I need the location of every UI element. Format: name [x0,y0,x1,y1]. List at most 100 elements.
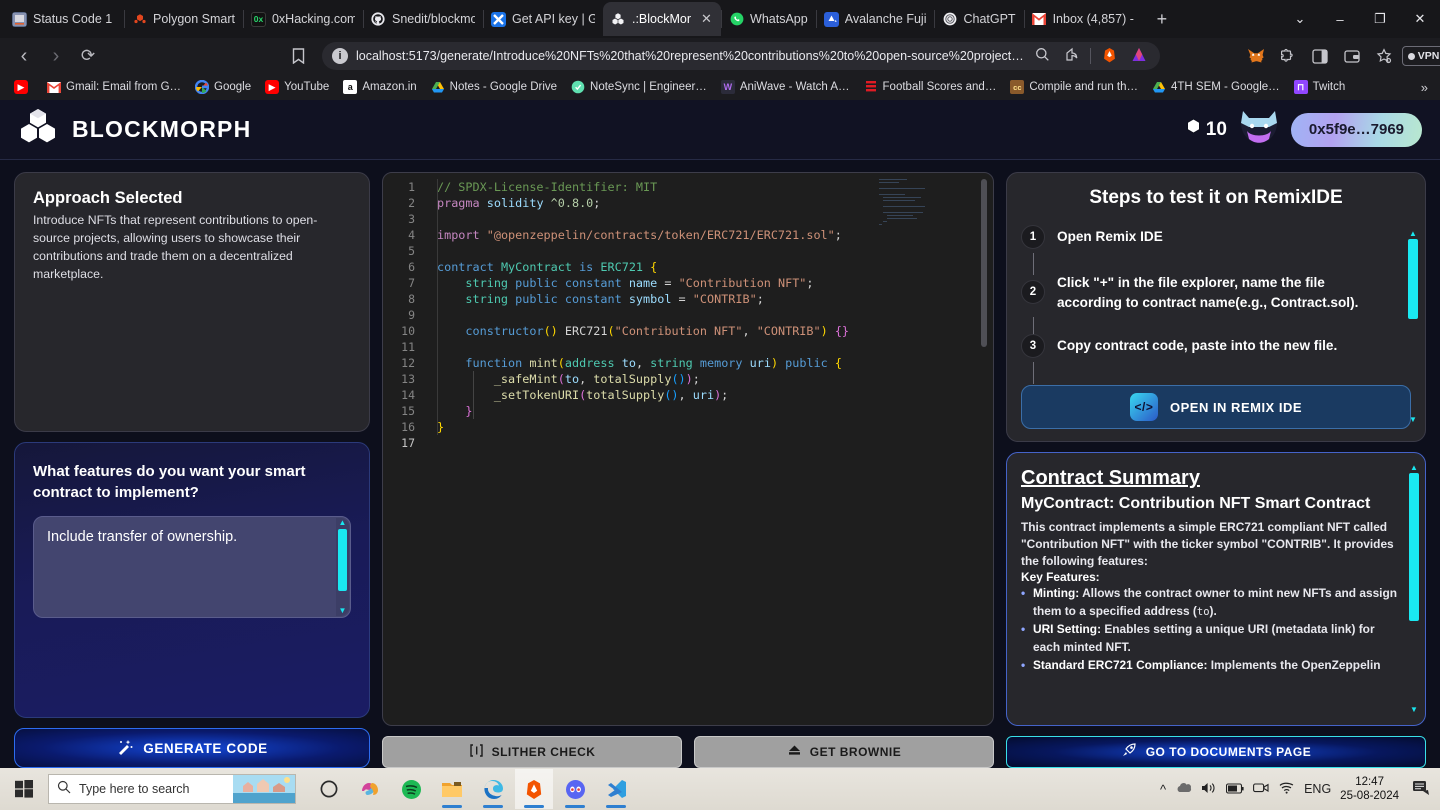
battery-icon[interactable] [1226,782,1244,797]
wifi-icon[interactable] [1278,781,1295,797]
sidebar-icon[interactable] [1306,42,1334,70]
textarea-scrollbar[interactable]: ▲ ▼ [336,517,349,616]
back-icon[interactable]: ‹ [10,42,38,70]
browser-tab[interactable]: Avalanche Fuji [815,4,935,34]
bookmark-item[interactable]: ▶ [8,78,39,96]
app-logo[interactable]: BLOCKMORPH [18,108,251,151]
scroll-up-arrow[interactable]: ▲ [1410,463,1418,473]
file-explorer-icon[interactable] [433,769,471,809]
browser-tab-active[interactable]: .:BlockMor ✕ [602,2,722,36]
search-input[interactable]: Type here to search [48,774,296,804]
brave-lion-icon[interactable] [1099,47,1120,66]
notification-icon[interactable] [1408,779,1430,800]
discord-icon[interactable] [556,769,594,809]
tab-strip: Status Code 1 ( Polygon Smart 0x 0xHacki… [0,0,1440,38]
bookmark-item[interactable]: NoteSync | Engineer… [565,78,713,96]
browser-tab[interactable]: Polygon Smart [124,4,243,34]
scroll-down-arrow[interactable]: ▼ [1410,705,1418,715]
reload-icon[interactable]: ⟳ [74,42,102,70]
close-window-button[interactable]: ✕ [1400,2,1440,36]
line-number: 4 [408,228,415,242]
camera-icon[interactable] [1253,781,1269,797]
volume-icon[interactable] [1201,781,1217,798]
editor-minimap[interactable] [879,179,931,225]
bookmark-item[interactable]: Google [189,78,257,96]
cat-avatar-icon[interactable] [1239,109,1279,150]
get-brownie-label: GET BROWNIE [809,745,902,759]
scrollbar-thumb[interactable] [1408,239,1418,319]
bookmark-item[interactable]: Gmail: Email from G… [41,78,187,96]
editor-scrollbar[interactable] [979,179,989,719]
share-icon[interactable] [1061,47,1082,65]
copilot-icon[interactable] [351,769,389,809]
cortana-icon[interactable] [310,769,348,809]
bookmark-item[interactable]: Notes - Google Drive [425,78,563,96]
brave-rewards-icon[interactable] [1370,42,1398,70]
metamask-fox-icon[interactable] [1242,42,1270,70]
code-line: } [465,404,473,418]
tab-search-button[interactable]: ⌄ [1280,2,1320,36]
wallet-icon[interactable] [1338,42,1366,70]
maximize-button[interactable]: ❐ [1360,2,1400,36]
forward-icon[interactable]: › [42,42,70,70]
line-number: 17 [401,436,415,450]
bookmark-item[interactable]: 4TH SEM - Google… [1146,78,1286,96]
app-header: BLOCKMORPH 10 0x5f9e…7969 [0,100,1440,160]
features-textarea[interactable] [33,515,351,618]
close-icon[interactable]: ✕ [701,11,713,27]
generate-code-button[interactable]: GENERATE CODE [14,728,370,768]
editor-code-area[interactable]: // SPDX-License-Identifier: MIT pragma s… [423,173,993,725]
bookmark-item[interactable]: cc Compile and run th… [1004,78,1144,96]
vscode-icon[interactable] [597,769,635,809]
wallet-address-pill[interactable]: 0x5f9e…7969 [1290,112,1422,147]
edge-icon[interactable] [474,769,512,809]
site-info-icon[interactable]: i [332,48,348,64]
summary-scrollbar[interactable]: ▲ ▼ [1408,463,1420,715]
address-bar[interactable]: i localhost:5173/generate/Introduce%20NF… [322,42,1160,70]
browser-tab[interactable]: 0x 0xHacking.com [242,4,363,34]
browser-tab[interactable]: Inbox (4,857) - [1023,4,1142,34]
scrollbar-thumb[interactable] [981,179,987,347]
scroll-down-arrow[interactable]: ▼ [339,606,347,616]
gemini-favicon [490,11,506,27]
get-brownie-button[interactable]: GET BROWNIE [694,736,994,768]
scroll-up-arrow[interactable]: ▲ [339,518,347,528]
bookmark-icon[interactable] [284,42,312,70]
page-title: BLOCKMORPH [72,116,252,142]
leo-triangle-icon[interactable] [1128,47,1150,65]
scroll-up-arrow[interactable]: ▲ [1409,229,1417,239]
minimize-button[interactable]: – [1320,2,1360,36]
windows-start-icon[interactable] [0,768,48,810]
tray-expand-icon[interactable]: ^ [1160,782,1166,797]
taskbar-pinned-icons [310,769,635,809]
browser-tab[interactable]: ChatGPT [934,4,1023,34]
football-favicon [864,80,878,94]
bookmark-item[interactable]: W AniWave - Watch A… [715,78,856,96]
new-tab-button[interactable]: + [1148,5,1176,33]
browser-tab[interactable]: WhatsApp [721,4,816,34]
scrollbar-thumb[interactable] [338,528,347,591]
clock[interactable]: 12:47 25-08-2024 [1340,775,1399,803]
bookmarks-overflow-icon[interactable]: » [1417,80,1432,95]
onedrive-icon[interactable] [1175,782,1192,797]
slither-check-button[interactable]: SLITHER CHECK [382,736,682,768]
spotify-icon[interactable] [392,769,430,809]
search-icon[interactable] [1032,47,1053,65]
extensions-puzzle-icon[interactable] [1274,42,1302,70]
bookmark-item[interactable]: ▶ YouTube [259,78,335,96]
go-to-documents-button[interactable]: GO TO DOCUMENTS PAGE [1006,736,1426,768]
brave-icon[interactable] [515,769,553,809]
step-connector [1033,362,1034,385]
browser-tab[interactable]: Status Code 1 ( [4,4,124,34]
code-editor[interactable]: 1 2 3 4 5 6 7 8 9 10 11 12 13 14 15 16 1… [382,172,994,726]
language-indicator[interactable]: ENG [1304,782,1331,796]
browser-tab[interactable]: Snedit/blockmo [362,4,483,34]
bookmark-item[interactable]: a Amazon.in [337,78,422,96]
browser-tab[interactable]: Get API key | G [482,4,603,34]
bookmark-item[interactable]: ⊓ Twitch [1288,78,1352,96]
twitch-favicon: ⊓ [1293,80,1308,94]
scrollbar-thumb[interactable] [1409,473,1419,621]
vpn-button[interactable]: VPN [1401,46,1440,66]
open-in-remix-button[interactable]: </> OPEN IN REMIX IDE [1021,385,1411,429]
bookmark-item[interactable]: Football Scores and… [858,78,1003,96]
